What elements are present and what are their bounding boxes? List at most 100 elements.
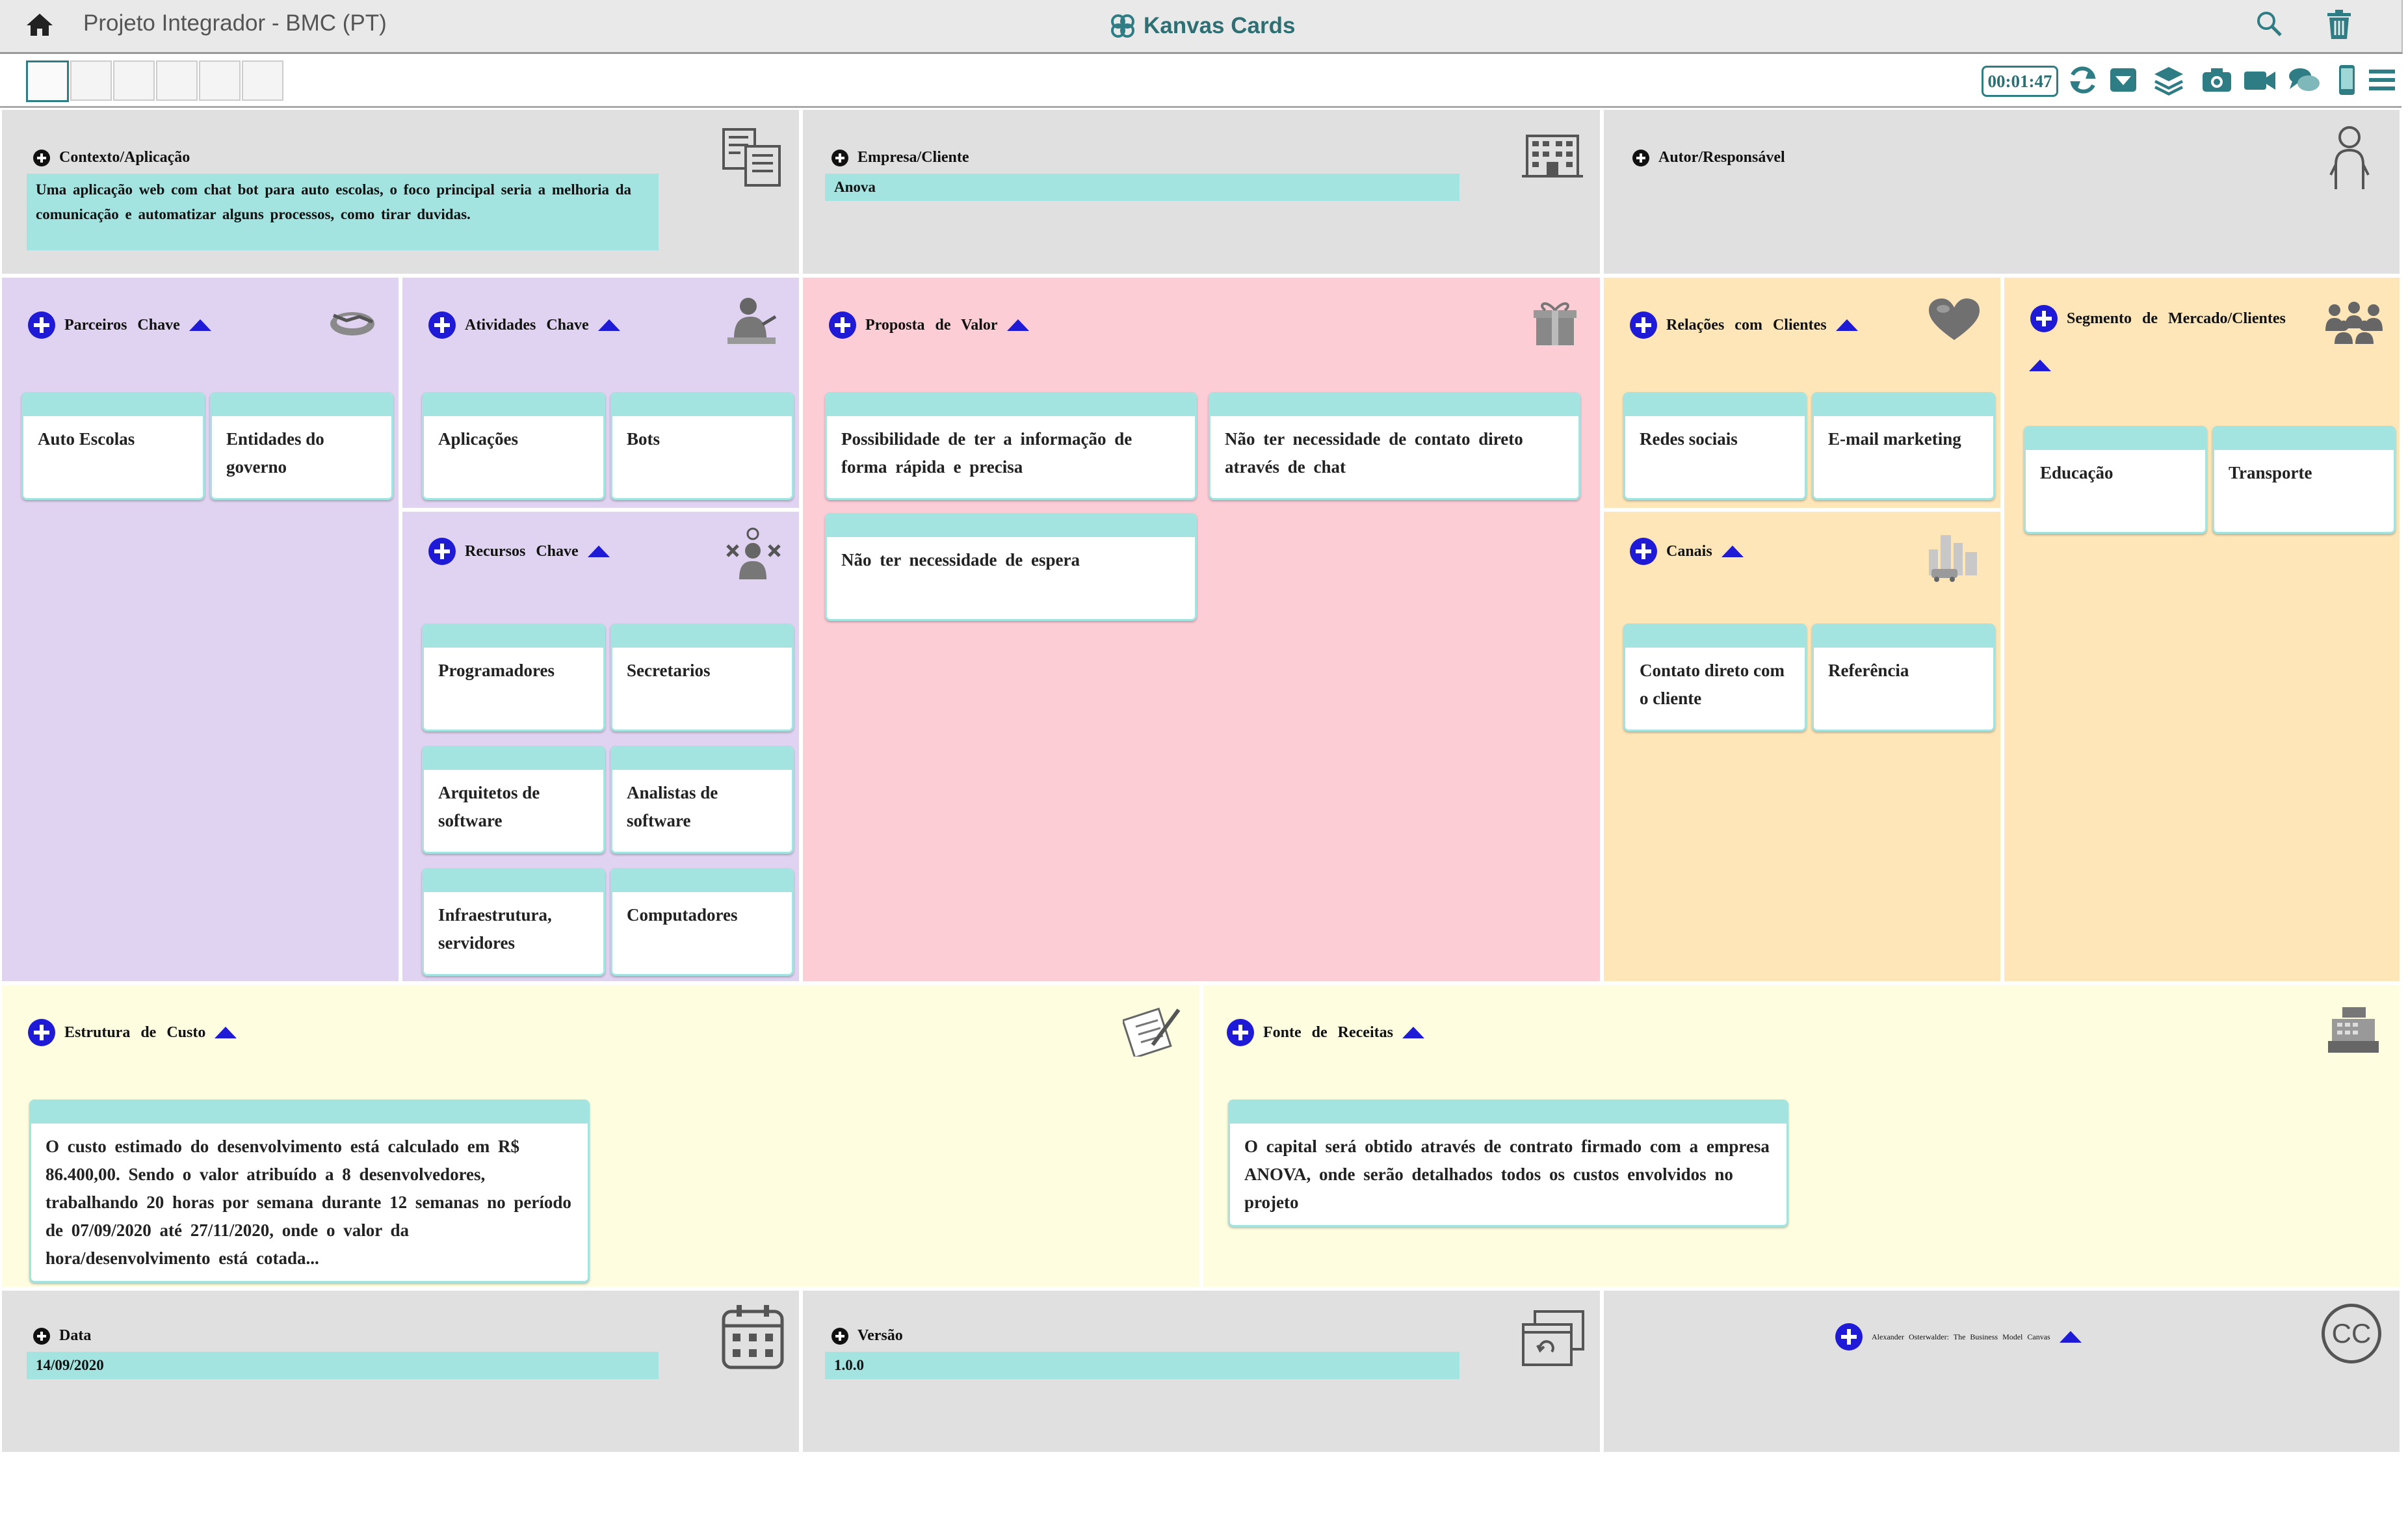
brand: Kanvas Cards	[1108, 9, 1295, 43]
activity-card[interactable]: Aplicações	[422, 392, 605, 500]
date-field[interactable]: 14/09/2020	[27, 1352, 659, 1379]
canvas-slot[interactable]	[70, 60, 112, 101]
collapse-costs-icon[interactable]	[215, 1027, 237, 1038]
card-strip	[23, 394, 203, 416]
segments-block: Segmento de Mercado/Clientes Educação Tr…	[2002, 276, 2401, 983]
version-field[interactable]: 1.0.0	[825, 1352, 1459, 1379]
collapse-relations-icon[interactable]	[1835, 319, 1858, 331]
home-icon[interactable]	[25, 12, 55, 38]
value-card[interactable]: Não ter necessidade de contato direto at…	[1209, 392, 1580, 500]
collapse-revenue-icon[interactable]	[1402, 1027, 1424, 1038]
collapse-value-icon[interactable]	[1006, 319, 1029, 331]
partner-card[interactable]: Auto Escolas	[21, 392, 205, 500]
refresh-icon[interactable]	[2066, 63, 2100, 97]
add-credit-icon[interactable]	[1835, 1323, 1863, 1350]
resources-label: Recursos Chave	[465, 542, 579, 560]
canvas-slot[interactable]	[113, 60, 155, 101]
author-label: Autor/Responsável	[1658, 149, 1785, 166]
costs-label: Estrutura de Custo	[64, 1023, 206, 1041]
context-label: Contexto/Aplicação	[59, 149, 190, 166]
company-field[interactable]: Anova	[825, 174, 1459, 201]
card-strip	[612, 870, 792, 892]
context-block: Contexto/Aplicação Uma aplicação web com…	[0, 108, 801, 276]
search-icon[interactable]	[2255, 9, 2283, 38]
add-value-icon[interactable]	[829, 311, 856, 339]
canvas-slot[interactable]	[26, 60, 69, 102]
card-strip	[424, 626, 603, 648]
dropdown-icon[interactable]	[2106, 63, 2140, 97]
card-text: Referência	[1828, 661, 1909, 680]
costs-block: Estrutura de Custo O custo estimado do d…	[0, 983, 1201, 1289]
collapse-resources-icon[interactable]	[587, 546, 610, 557]
revenue-card[interactable]: O capital será obtido através de contrat…	[1228, 1100, 1788, 1227]
video-icon[interactable]	[2243, 63, 2277, 97]
collapse-credit-icon[interactable]	[2059, 1331, 2082, 1343]
add-segment-icon[interactable]	[2030, 305, 2058, 332]
date-label: Data	[59, 1327, 92, 1344]
add-cost-icon[interactable]	[28, 1019, 55, 1046]
add-resource-icon[interactable]	[428, 538, 456, 565]
chat-icon[interactable]	[2287, 63, 2321, 97]
collapse-segments-icon[interactable]	[2029, 360, 2051, 371]
collapse-partners-icon[interactable]	[189, 319, 211, 331]
version-label: Versão	[857, 1327, 903, 1344]
segment-card[interactable]: Transporte	[2212, 426, 2396, 534]
segment-card[interactable]: Educação	[2024, 426, 2207, 534]
add-activity-icon[interactable]	[428, 311, 456, 339]
channel-card[interactable]: Contato direto com o cliente	[1623, 624, 1807, 731]
mobile-icon[interactable]	[2330, 63, 2364, 97]
resource-card[interactable]: Infraestrutura, servidores	[422, 868, 605, 976]
value-prop-label: Proposta de Valor	[865, 316, 998, 334]
canvas-slot[interactable]	[156, 60, 198, 101]
company-block: Empresa/Cliente Anova	[801, 108, 1602, 276]
add-revenue-icon[interactable]	[1227, 1019, 1254, 1046]
card-strip	[2214, 428, 2394, 450]
channel-card[interactable]: Referência	[1812, 624, 1995, 731]
card-strip	[1230, 1101, 1786, 1124]
building-icon	[1522, 135, 1583, 178]
camera-icon[interactable]	[2200, 63, 2234, 97]
add-relation-icon[interactable]	[1630, 311, 1657, 339]
relation-card[interactable]: Redes sociais	[1623, 392, 1807, 500]
author-block: Autor/Responsável	[1602, 108, 2401, 276]
brand-name: Kanvas Cards	[1144, 13, 1296, 38]
card-strip	[827, 394, 1195, 416]
relation-card[interactable]: E-mail marketing	[1812, 392, 1995, 500]
collapse-activities-icon[interactable]	[597, 319, 620, 331]
canvas-slot[interactable]	[199, 60, 241, 101]
relations-block: Relações com Clientes Redes sociais E-ma…	[1602, 276, 2002, 510]
card-text: Transporte	[2229, 463, 2312, 482]
checklist-icon	[1123, 1007, 1181, 1057]
activity-card[interactable]: Bots	[610, 392, 794, 500]
card-text: Contato direto com o cliente	[1640, 661, 1785, 708]
credit-block: Alexander Osterwalder: The Business Mode…	[1602, 1289, 2401, 1454]
add-author-icon[interactable]	[1632, 149, 1649, 166]
collapse-channels-icon[interactable]	[1721, 546, 1744, 557]
add-company-icon[interactable]	[831, 149, 848, 166]
person-icon	[2329, 126, 2370, 189]
resource-card[interactable]: Arquitetos de software	[422, 746, 605, 854]
card-text: Computadores	[627, 905, 738, 925]
layers-icon[interactable]	[2152, 63, 2186, 97]
toolbar: 00:01:47	[0, 54, 2401, 108]
card-text: O custo estimado do desenvolvimento está…	[46, 1137, 571, 1268]
resource-card[interactable]: Analistas de software	[610, 746, 794, 854]
add-partner-icon[interactable]	[28, 311, 55, 339]
context-field[interactable]: Uma aplicação web com chat bot para auto…	[27, 174, 659, 250]
value-card[interactable]: Possibilidade de ter a informação de for…	[825, 392, 1197, 500]
add-context-icon[interactable]	[33, 149, 50, 166]
menu-icon[interactable]	[2365, 63, 2399, 97]
value-card[interactable]: Não ter necessidade de espera	[825, 513, 1197, 621]
partner-card[interactable]: Entidades do governo	[210, 392, 393, 500]
add-channel-icon[interactable]	[1630, 538, 1657, 565]
trash-icon[interactable]	[2326, 9, 2352, 40]
add-version-icon[interactable]	[831, 1327, 848, 1345]
resource-card[interactable]: Secretarios	[610, 624, 794, 731]
cost-card[interactable]: O custo estimado do desenvolvimento está…	[29, 1100, 590, 1283]
gift-icon	[1534, 302, 1577, 345]
version-block: Versão 1.0.0	[801, 1289, 1602, 1454]
resource-card[interactable]: Programadores	[422, 624, 605, 731]
resource-card[interactable]: Computadores	[610, 868, 794, 976]
add-date-icon[interactable]	[33, 1327, 50, 1345]
canvas-slot[interactable]	[242, 60, 283, 101]
